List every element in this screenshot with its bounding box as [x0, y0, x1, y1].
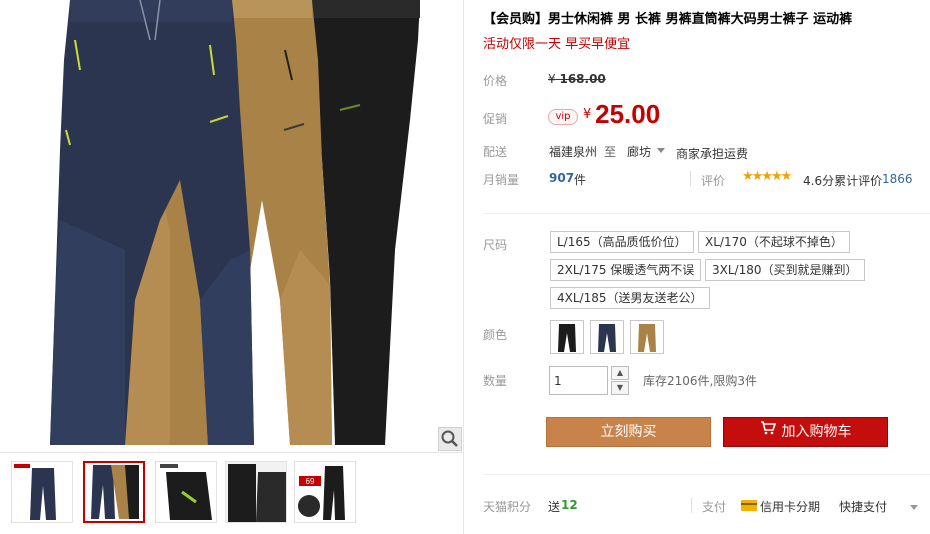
thumbnail-5[interactable]: 69 [294, 461, 356, 523]
payment-label: 支付 [702, 500, 727, 514]
monthly-sales-count: 907 [549, 171, 575, 185]
review-count-link[interactable]: 1866 [882, 172, 913, 186]
shipping-destination-select[interactable]: 廊坊 [627, 143, 651, 160]
thumbnail-badge: 69 [306, 477, 315, 486]
buy-now-button[interactable]: 立刻购买 [546, 417, 711, 447]
add-to-cart-label: 加入购物车 [781, 424, 852, 440]
size-option[interactable]: L/165（高品质低价位） [550, 231, 694, 253]
shipping-label: 配送 [483, 145, 508, 159]
color-label: 颜色 [483, 328, 508, 342]
credit-card-installment-link[interactable]: 信用卡分期 [760, 498, 820, 515]
size-option[interactable]: 4XL/185（送男友送老公） [550, 287, 710, 309]
quantity-input[interactable] [549, 366, 608, 395]
promo-currency: ¥ [583, 107, 592, 122]
thumbnail-3[interactable] [155, 461, 217, 523]
color-swatch-black[interactable] [550, 320, 584, 354]
product-subtitle: 活动仅限一天 早买早便宜 [483, 37, 631, 52]
vip-badge: vip [548, 109, 578, 125]
divider [690, 171, 691, 186]
monthly-sales-label: 月销量 [483, 173, 520, 187]
chevron-down-icon[interactable] [657, 148, 665, 153]
thumbnail-4[interactable] [225, 461, 287, 523]
size-option[interactable]: 3XL/180（买到就是赚到） [705, 259, 865, 281]
shipping-origin: 福建泉州 [549, 145, 598, 159]
cart-icon [760, 417, 776, 445]
magnifier-icon[interactable] [438, 427, 462, 451]
points-label: 天猫积分 [483, 500, 532, 514]
size-option[interactable]: 2XL/175 保暖透气两不误 [550, 259, 702, 281]
promo-price-value: 25.00 [595, 99, 661, 129]
rating-text: 4.6分累计评价 [803, 174, 883, 188]
stock-info: 库存2106件,限购3件 [643, 374, 757, 388]
thumbnail-2[interactable] [83, 461, 145, 523]
shipping-fee: 商家承担运费 [676, 147, 749, 161]
divider [691, 498, 692, 513]
product-title: 【会员购】男士休闲裤 男 长裤 男裤直筒裤大码男士裤子 运动裤 [483, 12, 853, 27]
add-to-cart-button[interactable]: 加入购物车 [723, 417, 888, 447]
monthly-sales-unit: 件 [574, 173, 587, 187]
main-product-image[interactable] [0, 0, 463, 452]
color-swatch-navy[interactable] [590, 320, 624, 354]
promo-label: 促销 [483, 112, 508, 126]
chevron-up-icon[interactable]: ▲ [611, 366, 629, 380]
promo-price: ¥ 25.00 [583, 99, 660, 130]
section-divider [483, 213, 930, 214]
column-divider [463, 0, 464, 534]
color-swatch-khaki[interactable] [630, 320, 664, 354]
thumbnail-1[interactable] [11, 461, 73, 523]
chevron-down-icon[interactable]: ▼ [611, 381, 629, 395]
pants-photo [50, 0, 420, 445]
chevron-down-icon[interactable] [910, 505, 918, 510]
size-option[interactable]: XL/170（不起球不掉色） [698, 231, 850, 253]
star-rating-icon: ★★★★★ [742, 169, 792, 184]
quick-pay-link[interactable]: 快捷支付 [839, 498, 887, 515]
credit-card-icon [741, 500, 757, 511]
size-label: 尺码 [483, 238, 508, 252]
rating-label: 评价 [701, 174, 726, 188]
original-price-value: 168.00 [559, 72, 606, 86]
original-price-currency: ¥ [548, 72, 556, 86]
section-divider [483, 474, 930, 475]
shipping-to-word: 至 [604, 145, 617, 159]
buy-now-label: 立刻购买 [600, 424, 657, 440]
price-label: 价格 [483, 74, 508, 88]
points-send: 送 [548, 500, 561, 514]
gallery-divider [0, 452, 463, 453]
original-price: ¥ 168.00 [548, 72, 606, 86]
quantity-label: 数量 [483, 374, 508, 388]
points-value: 12 [561, 498, 578, 512]
